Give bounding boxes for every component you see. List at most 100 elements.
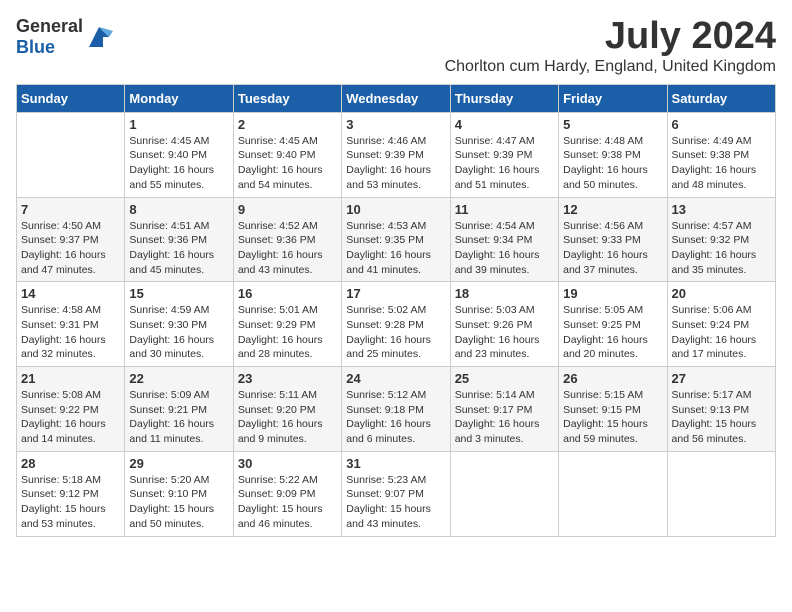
day-number: 25	[455, 371, 554, 386]
day-info: Sunrise: 5:22 AM Sunset: 9:09 PM Dayligh…	[238, 473, 337, 532]
header-day-tuesday: Tuesday	[233, 84, 341, 112]
day-number: 24	[346, 371, 445, 386]
calendar-cell	[559, 451, 667, 536]
day-number: 9	[238, 202, 337, 217]
day-number: 31	[346, 456, 445, 471]
day-number: 4	[455, 117, 554, 132]
day-number: 11	[455, 202, 554, 217]
header-day-monday: Monday	[125, 84, 233, 112]
month-title: July 2024	[445, 16, 776, 58]
location-title: Chorlton cum Hardy, England, United King…	[445, 58, 776, 76]
day-info: Sunrise: 4:49 AM Sunset: 9:38 PM Dayligh…	[672, 134, 771, 193]
calendar-cell: 17 Sunrise: 5:02 AM Sunset: 9:28 PM Dayli…	[342, 282, 450, 367]
day-number: 17	[346, 286, 445, 301]
day-info: Sunrise: 5:23 AM Sunset: 9:07 PM Dayligh…	[346, 473, 445, 532]
day-info: Sunrise: 5:03 AM Sunset: 9:26 PM Dayligh…	[455, 303, 554, 362]
day-info: Sunrise: 4:56 AM Sunset: 9:33 PM Dayligh…	[563, 219, 662, 278]
calendar-cell: 1 Sunrise: 4:45 AM Sunset: 9:40 PM Daylig…	[125, 112, 233, 197]
day-number: 22	[129, 371, 228, 386]
calendar-cell: 9 Sunrise: 4:52 AM Sunset: 9:36 PM Daylig…	[233, 197, 341, 282]
title-area: July 2024 Chorlton cum Hardy, England, U…	[445, 16, 776, 76]
day-number: 26	[563, 371, 662, 386]
day-number: 2	[238, 117, 337, 132]
logo-blue: Blue	[16, 37, 55, 57]
day-info: Sunrise: 5:20 AM Sunset: 9:10 PM Dayligh…	[129, 473, 228, 532]
calendar-cell: 19 Sunrise: 5:05 AM Sunset: 9:25 PM Dayli…	[559, 282, 667, 367]
calendar-cell: 4 Sunrise: 4:47 AM Sunset: 9:39 PM Daylig…	[450, 112, 558, 197]
day-number: 6	[672, 117, 771, 132]
week-row-1: 7Sunrise: 4:50 AM Sunset: 9:37 PM Daylig…	[17, 197, 776, 282]
day-info: Sunrise: 4:53 AM Sunset: 9:35 PM Dayligh…	[346, 219, 445, 278]
day-info: Sunrise: 5:09 AM Sunset: 9:21 PM Dayligh…	[129, 388, 228, 447]
calendar-cell	[667, 451, 775, 536]
day-number: 23	[238, 371, 337, 386]
calendar-cell: 3Sunrise: 4:46 AM Sunset: 9:39 PM Daylig…	[342, 112, 450, 197]
header-day-friday: Friday	[559, 84, 667, 112]
calendar-cell: 21 Sunrise: 5:08 AM Sunset: 9:22 PM Dayli…	[17, 367, 125, 452]
calendar-cell: 28Sunrise: 5:18 AM Sunset: 9:12 PM Dayli…	[17, 451, 125, 536]
calendar-cell: 25 Sunrise: 5:14 AM Sunset: 9:17 PM Dayli…	[450, 367, 558, 452]
calendar-cell: 27Sunrise: 5:17 AM Sunset: 9:13 PM Dayli…	[667, 367, 775, 452]
calendar-cell: 15 Sunrise: 4:59 AM Sunset: 9:30 PM Dayli…	[125, 282, 233, 367]
day-info: Sunrise: 5:11 AM Sunset: 9:20 PM Dayligh…	[238, 388, 337, 447]
calendar-cell: 18 Sunrise: 5:03 AM Sunset: 9:26 PM Dayli…	[450, 282, 558, 367]
day-info: Sunrise: 4:52 AM Sunset: 9:36 PM Dayligh…	[238, 219, 337, 278]
day-info: Sunrise: 4:47 AM Sunset: 9:39 PM Dayligh…	[455, 134, 554, 193]
logo-general: General	[16, 16, 83, 36]
calendar-cell: 12 Sunrise: 4:56 AM Sunset: 9:33 PM Dayli…	[559, 197, 667, 282]
logo-icon	[85, 23, 113, 51]
day-number: 16	[238, 286, 337, 301]
day-info: Sunrise: 4:45 AM Sunset: 9:40 PM Dayligh…	[129, 134, 228, 193]
day-info: Sunrise: 5:02 AM Sunset: 9:28 PM Dayligh…	[346, 303, 445, 362]
day-number: 21	[21, 371, 120, 386]
calendar-cell	[450, 451, 558, 536]
calendar-cell: 30 Sunrise: 5:22 AM Sunset: 9:09 PM Dayli…	[233, 451, 341, 536]
calendar-cell: 8Sunrise: 4:51 AM Sunset: 9:36 PM Daylig…	[125, 197, 233, 282]
day-info: Sunrise: 5:18 AM Sunset: 9:12 PM Dayligh…	[21, 473, 120, 532]
day-number: 13	[672, 202, 771, 217]
calendar-cell: 16 Sunrise: 5:01 AM Sunset: 9:29 PM Dayli…	[233, 282, 341, 367]
calendar-cell: 31 Sunrise: 5:23 AM Sunset: 9:07 PM Dayli…	[342, 451, 450, 536]
day-number: 19	[563, 286, 662, 301]
day-number: 12	[563, 202, 662, 217]
day-info: Sunrise: 4:59 AM Sunset: 9:30 PM Dayligh…	[129, 303, 228, 362]
day-number: 27	[672, 371, 771, 386]
day-info: Sunrise: 5:15 AM Sunset: 9:15 PM Dayligh…	[563, 388, 662, 447]
calendar-cell: 20 Sunrise: 5:06 AM Sunset: 9:24 PM Dayli…	[667, 282, 775, 367]
day-info: Sunrise: 4:48 AM Sunset: 9:38 PM Dayligh…	[563, 134, 662, 193]
day-number: 10	[346, 202, 445, 217]
day-info: Sunrise: 4:45 AM Sunset: 9:40 PM Dayligh…	[238, 134, 337, 193]
page-header: General Blue July 2024 Chorlton cum Hard…	[16, 16, 776, 76]
calendar-cell: 11 Sunrise: 4:54 AM Sunset: 9:34 PM Dayli…	[450, 197, 558, 282]
calendar-cell	[17, 112, 125, 197]
calendar-cell: 2 Sunrise: 4:45 AM Sunset: 9:40 PM Daylig…	[233, 112, 341, 197]
header-day-thursday: Thursday	[450, 84, 558, 112]
week-row-2: 14Sunrise: 4:58 AM Sunset: 9:31 PM Dayli…	[17, 282, 776, 367]
day-info: Sunrise: 4:57 AM Sunset: 9:32 PM Dayligh…	[672, 219, 771, 278]
day-number: 20	[672, 286, 771, 301]
day-info: Sunrise: 5:14 AM Sunset: 9:17 PM Dayligh…	[455, 388, 554, 447]
day-info: Sunrise: 5:01 AM Sunset: 9:29 PM Dayligh…	[238, 303, 337, 362]
calendar-cell: 14Sunrise: 4:58 AM Sunset: 9:31 PM Dayli…	[17, 282, 125, 367]
day-info: Sunrise: 5:06 AM Sunset: 9:24 PM Dayligh…	[672, 303, 771, 362]
week-row-0: 1 Sunrise: 4:45 AM Sunset: 9:40 PM Daylig…	[17, 112, 776, 197]
day-number: 5	[563, 117, 662, 132]
day-info: Sunrise: 4:54 AM Sunset: 9:34 PM Dayligh…	[455, 219, 554, 278]
day-number: 30	[238, 456, 337, 471]
calendar-cell: 13 Sunrise: 4:57 AM Sunset: 9:32 PM Dayli…	[667, 197, 775, 282]
header-day-saturday: Saturday	[667, 84, 775, 112]
calendar-cell: 5 Sunrise: 4:48 AM Sunset: 9:38 PM Daylig…	[559, 112, 667, 197]
header-row: SundayMondayTuesdayWednesdayThursdayFrid…	[17, 84, 776, 112]
calendar-cell: 22 Sunrise: 5:09 AM Sunset: 9:21 PM Dayli…	[125, 367, 233, 452]
day-number: 1	[129, 117, 228, 132]
day-info: Sunrise: 4:58 AM Sunset: 9:31 PM Dayligh…	[21, 303, 120, 362]
logo: General Blue	[16, 16, 113, 58]
day-number: 15	[129, 286, 228, 301]
day-info: Sunrise: 5:05 AM Sunset: 9:25 PM Dayligh…	[563, 303, 662, 362]
day-number: 7	[21, 202, 120, 217]
day-info: Sunrise: 5:08 AM Sunset: 9:22 PM Dayligh…	[21, 388, 120, 447]
day-number: 18	[455, 286, 554, 301]
week-row-4: 28Sunrise: 5:18 AM Sunset: 9:12 PM Dayli…	[17, 451, 776, 536]
week-row-3: 21 Sunrise: 5:08 AM Sunset: 9:22 PM Dayli…	[17, 367, 776, 452]
calendar-cell: 10 Sunrise: 4:53 AM Sunset: 9:35 PM Dayli…	[342, 197, 450, 282]
